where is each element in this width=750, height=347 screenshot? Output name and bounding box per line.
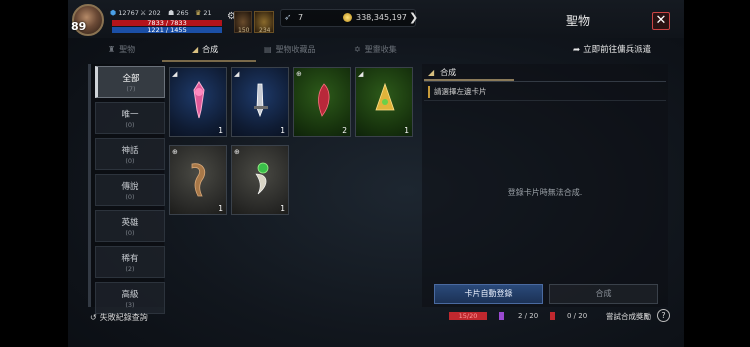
relic-card-silver-blade[interactable]: ◢ 1 [231, 67, 289, 137]
combine-icon: ◢ [192, 45, 199, 54]
stat-swords: ⚔ 202 [140, 9, 161, 17]
relic-card-green-fang[interactable]: ⊕ 1 [231, 145, 289, 215]
combine-icon: ◢ [428, 68, 435, 77]
tab-relic[interactable]: ♜ 聖物 [108, 40, 135, 60]
gold-amount: 338,345,197 [356, 13, 407, 22]
collection-icon: ▤ [264, 45, 272, 54]
empty-message: 登錄卡片時無法合成. [507, 188, 583, 197]
category-hero[interactable]: 英雄 (0) [95, 210, 165, 242]
feather-count: 7 [298, 13, 304, 22]
progress-red-text: 15/20 [458, 312, 478, 320]
progress-purple-text: 2 / 20 [518, 312, 539, 320]
relic-card-gold-amulet[interactable]: ◢ 1 [355, 67, 413, 137]
app-window: 89 ⬢ 12767 ⚔ 202 ☗ 265 ♛ 21 7833 / 7833 … [68, 0, 684, 347]
category-advanced[interactable]: 高級 (3) [95, 282, 165, 314]
green-fang-icon [255, 162, 269, 195]
rare-badge-icon: ⊕ [296, 70, 302, 78]
wooden-horn-icon [191, 163, 206, 197]
relic-icon: ♜ [108, 45, 116, 54]
stat-power: ⬢ 12767 [110, 9, 139, 17]
auto-register-button[interactable]: 卡片自動登錄 [434, 284, 543, 304]
quick-slot-2-count: 234 [259, 27, 271, 34]
chevron-right-icon[interactable]: ❯ [409, 11, 418, 24]
rare-badge-icon: ⊕ [172, 148, 178, 156]
stat-people: ☗ 265 [168, 9, 189, 17]
help-button[interactable]: ? [657, 309, 670, 322]
category-rare[interactable]: 稀有 (2) [95, 246, 165, 278]
progress-dark-text: 0 / 20 [567, 312, 588, 320]
rare-badge-icon: ⊕ [234, 148, 240, 156]
arrow-icon: ➦ [573, 45, 581, 55]
red-feather-icon [318, 83, 330, 117]
select-card-prompt: 請選擇左邊卡片 [428, 86, 664, 98]
progress-dark-bar [550, 312, 555, 320]
swords-icon: ⚔ [140, 9, 147, 17]
category-mythic[interactable]: 神話 (0) [95, 138, 165, 170]
screen-bezel-right [684, 0, 750, 347]
dispatch-link[interactable]: ➦ 立即前往傭兵派遣 [573, 43, 651, 55]
quick-slot-1-count: 150 [238, 27, 250, 34]
tab-collection[interactable]: ▤ 聖物收藏品 [264, 40, 316, 60]
panel-divider [424, 81, 666, 82]
pink-pendant-icon [193, 81, 205, 119]
combine-badge-icon: ◢ [358, 70, 364, 78]
category-sidebar: 全部 (7) 唯一 (0) 神話 (0) 傳說 (0) 英雄 (0) 稀有 (2… [88, 64, 165, 314]
prompt-divider [424, 100, 666, 101]
history-icon: ↺ [90, 313, 97, 322]
tab-spirit[interactable]: ✡ 聖靈收集 [354, 40, 397, 60]
relic-card-wooden-horn[interactable]: ⊕ 1 [169, 145, 227, 215]
gold-amulet-icon [375, 82, 395, 111]
category-all[interactable]: 全部 (7) [95, 66, 165, 98]
relic-card-red-feather[interactable]: ⊕ 2 [293, 67, 351, 137]
active-tab-indicator [162, 60, 256, 62]
people-icon: ☗ [168, 9, 175, 17]
panel-tab-combine[interactable]: ◢ 合成 [424, 65, 514, 81]
combine-button[interactable]: 合成 [549, 284, 658, 304]
combine-badge-icon: ◢ [172, 70, 178, 78]
combine-reward-label: 嘗試合成獎勵 [606, 312, 651, 321]
relic-card-pink-pendant[interactable]: ◢ 1 [169, 67, 227, 137]
screen-bezel-left [0, 0, 68, 347]
trophy-icon: ♛ [195, 9, 202, 17]
feather-icon: ➶ [284, 13, 292, 23]
progress-purple-bar [499, 312, 504, 320]
player-level: 89 [71, 20, 87, 33]
stat-trophy: ♛ 21 [195, 9, 212, 17]
combine-badge-icon: ◢ [234, 70, 240, 78]
spirit-icon: ✡ [354, 45, 361, 54]
tab-combine[interactable]: ◢ 合成 [192, 40, 218, 60]
silver-blade-icon [254, 83, 268, 118]
failure-history-link[interactable]: ↺ 失敗紀錄查詢 [90, 312, 148, 323]
category-unique[interactable]: 唯一 (0) [95, 102, 165, 134]
close-button[interactable]: ✕ [652, 12, 670, 30]
page-title: 聖物 [566, 14, 591, 28]
category-legendary[interactable]: 傳說 (0) [95, 174, 165, 206]
mp-text: 1221 / 1455 [147, 26, 187, 34]
tab-bar: ♜ 聖物 ◢ 合成 ▤ 聖物收藏品 ✡ 聖靈收集 [88, 40, 548, 60]
power-icon: ⬢ [110, 9, 117, 17]
gold-coin-icon [343, 13, 352, 22]
